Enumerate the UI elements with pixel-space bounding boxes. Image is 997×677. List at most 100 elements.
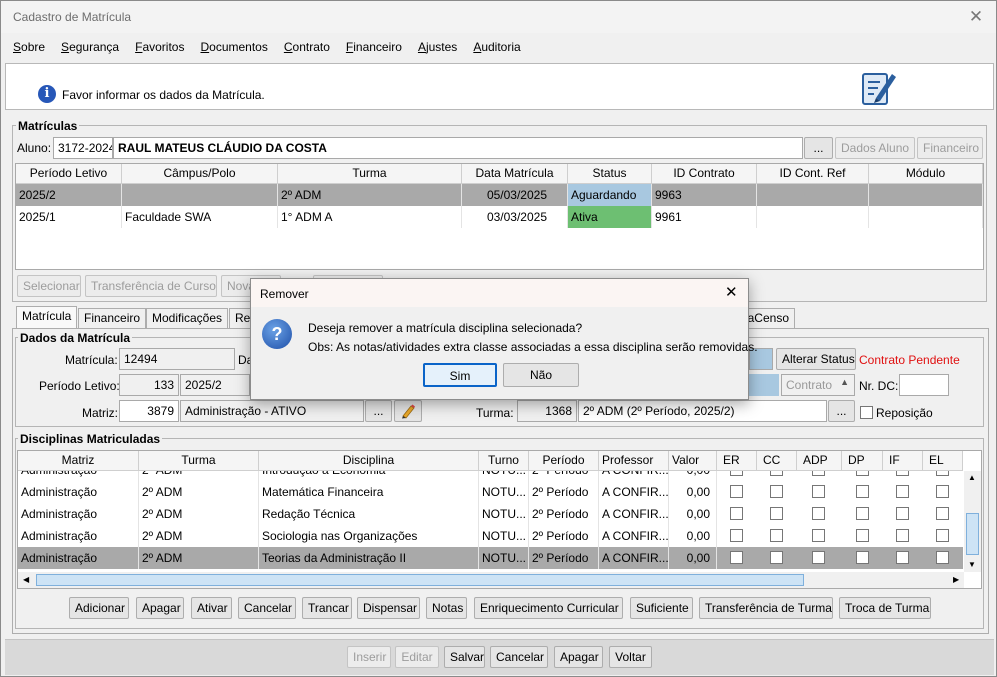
row-checkbox-if[interactable] bbox=[896, 551, 909, 564]
col-header-valor[interactable]: Valor bbox=[669, 451, 717, 471]
periodo-field[interactable]: 2025/2 bbox=[180, 374, 250, 396]
col-header-professor[interactable]: Professor bbox=[599, 451, 669, 471]
col-header-periodo[interactable]: Período bbox=[529, 451, 599, 471]
row-checkbox-if[interactable] bbox=[896, 529, 909, 542]
cancelar-button[interactable]: Cancelar bbox=[238, 597, 296, 619]
row-checkbox-dp[interactable] bbox=[856, 471, 869, 476]
trancar-button[interactable]: Trancar bbox=[302, 597, 352, 619]
turma-id-field[interactable]: 1368 bbox=[517, 400, 577, 422]
adicionar-button[interactable]: Adicionar bbox=[69, 597, 129, 619]
row-checkbox-if[interactable] bbox=[896, 471, 909, 476]
matriz-lookup-button[interactable]: ... bbox=[365, 400, 392, 422]
dialog-no-button[interactable]: Não bbox=[503, 363, 579, 387]
col-header-campus[interactable]: Câmpus/Polo bbox=[122, 164, 278, 184]
row-checkbox-er[interactable] bbox=[730, 507, 743, 520]
menu-sobre[interactable]: Sobre bbox=[5, 35, 53, 61]
col-header-turma[interactable]: Turma bbox=[139, 451, 259, 471]
tab-modificacoes[interactable]: Modificações bbox=[146, 308, 229, 328]
matriz-field[interactable]: Administração - ATIVO bbox=[180, 400, 364, 422]
transferencia-curso-button[interactable]: Transferência de Curso bbox=[85, 275, 217, 297]
col-header-if[interactable]: IF bbox=[883, 451, 923, 471]
table-row[interactable]: Administração 2º ADM Redação Técnica NOTU..… bbox=[18, 503, 963, 525]
cancelar-bottom-button[interactable]: Cancelar bbox=[490, 646, 548, 668]
row-checkbox-adp[interactable] bbox=[812, 507, 825, 520]
table-row[interactable]: Administração 2º ADM Sociologia nas Organi… bbox=[18, 525, 963, 547]
col-header-periodo[interactable]: Período Letivo bbox=[16, 164, 122, 184]
row-checkbox-cc[interactable] bbox=[770, 507, 783, 520]
horizontal-scrollbar[interactable]: ◀ ▶ bbox=[18, 572, 964, 588]
tab-matricula[interactable]: Matrícula bbox=[16, 306, 78, 329]
edit-pencil-button[interactable] bbox=[394, 400, 422, 422]
row-checkbox-dp[interactable] bbox=[856, 507, 869, 520]
financeiro-button[interactable]: Financeiro bbox=[917, 137, 983, 159]
reposicao-checkbox[interactable] bbox=[860, 406, 873, 419]
col-header-dp[interactable]: DP bbox=[842, 451, 883, 471]
row-checkbox-er[interactable] bbox=[730, 529, 743, 542]
col-header-id-ref[interactable]: ID Cont. Ref bbox=[757, 164, 869, 184]
col-header-data[interactable]: Data Matrícula bbox=[462, 164, 568, 184]
scroll-up-icon[interactable]: ▲ bbox=[968, 473, 976, 482]
scrollbar-thumb[interactable] bbox=[966, 513, 979, 555]
col-header-disciplina[interactable]: Disciplina bbox=[259, 451, 479, 471]
row-checkbox-er[interactable] bbox=[730, 551, 743, 564]
row-checkbox-dp[interactable] bbox=[856, 529, 869, 542]
ativar-button[interactable]: Ativar bbox=[191, 597, 232, 619]
inserir-button[interactable]: Inserir bbox=[347, 646, 391, 668]
row-checkbox-el[interactable] bbox=[936, 471, 949, 476]
salvar-button[interactable]: Salvar bbox=[444, 646, 485, 668]
dialog-yes-button[interactable]: Sim bbox=[423, 363, 497, 387]
dispensar-button[interactable]: Dispensar bbox=[357, 597, 420, 619]
voltar-button[interactable]: Voltar bbox=[609, 646, 652, 668]
aluno-code-field[interactable]: 3172-2024 bbox=[53, 137, 113, 159]
row-checkbox-cc[interactable] bbox=[770, 529, 783, 542]
notas-button[interactable]: Notas bbox=[426, 597, 467, 619]
menu-ajustes[interactable]: Ajustes bbox=[410, 35, 465, 61]
vertical-scrollbar[interactable]: ▲ ▼ bbox=[964, 471, 981, 572]
apagar-bottom-button[interactable]: Apagar bbox=[554, 646, 603, 668]
col-header-el[interactable]: EL bbox=[923, 451, 963, 471]
table-row[interactable]: Administração2º ADMIntrodução à Economia… bbox=[18, 471, 963, 481]
aluno-lookup-button[interactable]: ... bbox=[804, 137, 833, 159]
menu-auditoria[interactable]: Auditoria bbox=[465, 35, 528, 61]
menu-seguranca[interactable]: Segurança bbox=[53, 35, 127, 61]
turma-lookup-button[interactable]: ... bbox=[828, 400, 855, 422]
col-header-cc[interactable]: CC bbox=[757, 451, 797, 471]
table-row[interactable]: 2025/2 2º ADM 05/03/2025 Aguardando 9963 bbox=[16, 184, 983, 206]
scroll-left-icon[interactable]: ◀ bbox=[23, 575, 29, 584]
apagar-button[interactable]: Apagar bbox=[136, 597, 184, 619]
matriz-id-field[interactable]: 3879 bbox=[119, 400, 179, 422]
scroll-down-icon[interactable]: ▼ bbox=[968, 560, 976, 569]
row-checkbox-adp[interactable] bbox=[812, 551, 825, 564]
enriquecimento-button[interactable]: Enriquecimento Curricular bbox=[474, 597, 623, 619]
row-checkbox-adp[interactable] bbox=[812, 529, 825, 542]
suficiente-button[interactable]: Suficiente bbox=[630, 597, 693, 619]
col-header-adp[interactable]: ADP bbox=[797, 451, 842, 471]
matriculas-table[interactable]: Período Letivo Câmpus/Polo Turma Data Ma… bbox=[15, 163, 984, 270]
table-row[interactable]: Administração 2º ADM Matemática Financeira… bbox=[18, 481, 963, 503]
row-checkbox-adp[interactable] bbox=[812, 471, 825, 476]
row-checkbox-el[interactable] bbox=[936, 507, 949, 520]
row-checkbox-el[interactable] bbox=[936, 551, 949, 564]
h-scrollbar-thumb[interactable] bbox=[36, 574, 804, 586]
scroll-right-icon[interactable]: ▶ bbox=[953, 575, 959, 584]
periodo-id-field[interactable]: 133 bbox=[119, 374, 179, 396]
col-header-matriz[interactable]: Matriz bbox=[18, 451, 139, 471]
row-checkbox-cc[interactable] bbox=[770, 471, 783, 476]
dialog-close-icon[interactable]: ✕ bbox=[725, 283, 738, 301]
row-checkbox-el[interactable] bbox=[936, 529, 949, 542]
col-header-id-contrato[interactable]: ID Contrato bbox=[652, 164, 757, 184]
col-header-modulo[interactable]: Módulo bbox=[869, 164, 983, 184]
col-header-turno[interactable]: Turno bbox=[479, 451, 529, 471]
transferencia-turma-button[interactable]: Transferência de Turma bbox=[699, 597, 833, 619]
troca-turma-button[interactable]: Troca de Turma bbox=[839, 597, 931, 619]
row-checkbox-dp[interactable] bbox=[856, 485, 869, 498]
dados-aluno-button[interactable]: Dados Aluno bbox=[835, 137, 915, 159]
matricula-field[interactable]: 12494 bbox=[119, 348, 235, 370]
disciplinas-table[interactable]: Matriz Turma Disciplina Turno Período Pr… bbox=[17, 450, 982, 589]
alterar-status-button[interactable]: Alterar Status bbox=[776, 348, 856, 370]
turma-field[interactable]: 2º ADM (2º Período, 2025/2) bbox=[578, 400, 827, 422]
row-checkbox-er[interactable] bbox=[730, 485, 743, 498]
row-checkbox-if[interactable] bbox=[896, 485, 909, 498]
nr-dc-field[interactable] bbox=[899, 374, 949, 396]
table-row[interactable]: 2025/1 Faculdade SWA 1° ADM A 03/03/2025… bbox=[16, 206, 983, 228]
